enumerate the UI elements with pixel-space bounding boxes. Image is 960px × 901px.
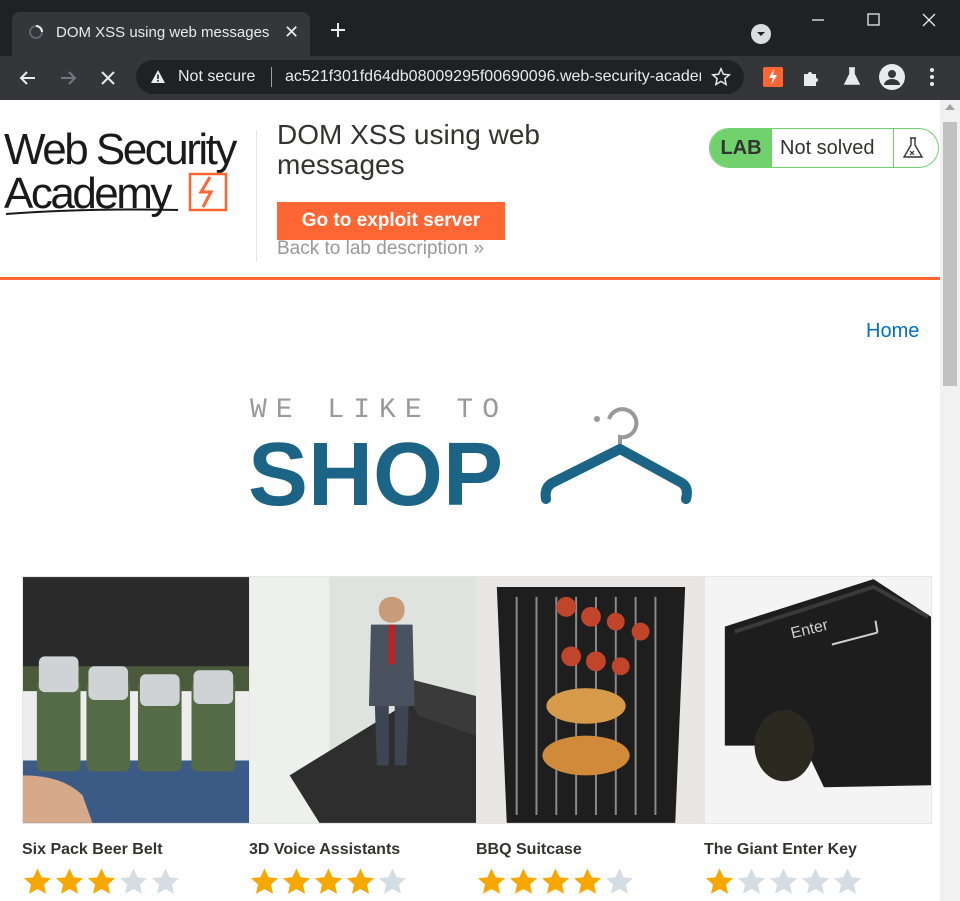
lab-title: DOM XSS using web messages	[277, 119, 540, 180]
new-tab-icon[interactable]	[328, 20, 348, 40]
warning-icon[interactable]	[150, 69, 166, 85]
star-empty-icon	[834, 868, 861, 894]
banner-tagline: WE LIKE TO	[250, 395, 508, 426]
star-empty-icon	[120, 868, 147, 894]
star-filled-icon	[510, 868, 537, 894]
product-card[interactable]: 3D Voice Assistants	[249, 576, 477, 895]
minimize-icon[interactable]	[806, 10, 830, 30]
lab-status-text: Not solved	[780, 137, 875, 159]
product-name: Six Pack Beer Belt	[22, 841, 163, 858]
back-arrow-icon[interactable]	[16, 66, 40, 90]
product-card[interactable]: Six Pack Beer Belt	[22, 576, 250, 895]
star-filled-icon	[24, 868, 51, 894]
product-name: BBQ Suitcase	[476, 841, 582, 858]
star-empty-icon	[379, 868, 406, 894]
star-filled-icon	[283, 868, 310, 894]
star-empty-icon	[802, 868, 829, 894]
product-image[interactable]: Enter	[704, 576, 932, 824]
address-bar[interactable]: Not secure ac521f301fd64db08009295f00690…	[136, 60, 744, 94]
loading-spinner-icon	[29, 25, 43, 39]
logo-line1: Web Security	[4, 125, 237, 174]
lab-status-badge: LAB Not solved	[709, 128, 939, 168]
star-filled-icon	[251, 868, 278, 894]
maximize-icon[interactable]	[861, 10, 885, 30]
lab-badge-divider	[893, 129, 894, 167]
url-text[interactable]: ac521f301fd64db08009295f00690096.web-sec…	[285, 68, 701, 86]
labs-flask-icon[interactable]	[840, 65, 864, 89]
extensions-puzzle-icon[interactable]	[800, 65, 824, 89]
star-filled-icon	[347, 868, 374, 894]
star-filled-icon	[315, 868, 342, 894]
star-empty-icon	[770, 868, 797, 894]
forward-arrow-icon[interactable]	[56, 66, 80, 90]
back-link-text: Back to lab description	[277, 238, 469, 259]
browser-tab[interactable]: DOM XSS using web messages ✕	[12, 12, 310, 56]
vertical-scrollbar[interactable]	[940, 100, 960, 901]
star-rating	[476, 867, 704, 895]
scroll-up-icon[interactable]	[945, 104, 955, 110]
double-chevron-icon: »	[473, 238, 485, 259]
browser-menu-icon[interactable]	[920, 65, 944, 89]
scrollbar-thumb[interactable]	[943, 122, 957, 386]
star-filled-icon	[56, 868, 83, 894]
back-to-lab-link[interactable]: Back to lab description »	[277, 238, 484, 260]
product-card[interactable]: BBQ Suitcase	[476, 576, 704, 895]
product-image[interactable]	[476, 576, 704, 824]
exploit-server-button[interactable]: Go to exploit server	[277, 202, 505, 240]
omnibox-divider	[271, 67, 272, 87]
product-name: 3D Voice Assistants	[249, 841, 401, 858]
star-empty-icon	[606, 868, 633, 894]
product-name: The Giant Enter Key	[704, 841, 857, 858]
profile-avatar-icon[interactable]	[879, 64, 905, 90]
security-label[interactable]: Not secure	[178, 68, 255, 86]
close-window-icon[interactable]	[917, 10, 941, 30]
header-orange-rule	[0, 277, 940, 280]
star-empty-icon	[738, 868, 765, 894]
home-link[interactable]: Home	[866, 320, 919, 343]
tab-title: DOM XSS using web messages	[56, 24, 270, 41]
page-content: Web Security Academy DOM XSS using web m…	[0, 100, 940, 901]
star-filled-icon	[706, 868, 733, 894]
star-rating	[704, 867, 932, 895]
flask-icon	[902, 137, 924, 158]
star-filled-icon	[574, 868, 601, 894]
star-empty-icon	[152, 868, 179, 894]
product-image[interactable]	[249, 576, 477, 824]
star-filled-icon	[88, 868, 115, 894]
stop-loading-icon[interactable]	[96, 66, 120, 90]
star-rating	[22, 867, 250, 895]
we-like-to-shop-logo: WE LIKE TO SHOP	[248, 395, 692, 513]
tab-close-icon[interactable]: ✕	[284, 22, 299, 42]
product-card[interactable]: Enter The Giant Enter Key	[704, 576, 932, 895]
header-divider	[256, 130, 257, 262]
product-image[interactable]	[22, 576, 250, 824]
star-rating	[249, 867, 477, 895]
banner-brand: SHOP	[248, 425, 503, 513]
lab-badge-label: LAB	[710, 129, 772, 167]
bookmark-star-icon[interactable]	[710, 66, 732, 88]
star-filled-icon	[542, 868, 569, 894]
browser-title-bar: DOM XSS using web messages ✕	[0, 0, 960, 56]
browser-toolbar: Not secure ac521f301fd64db08009295f00690…	[0, 56, 960, 100]
web-security-academy-logo[interactable]: Web Security Academy	[4, 122, 254, 222]
burp-extension-icon[interactable]	[761, 65, 785, 89]
star-filled-icon	[478, 868, 505, 894]
tab-search-icon[interactable]	[751, 24, 771, 44]
